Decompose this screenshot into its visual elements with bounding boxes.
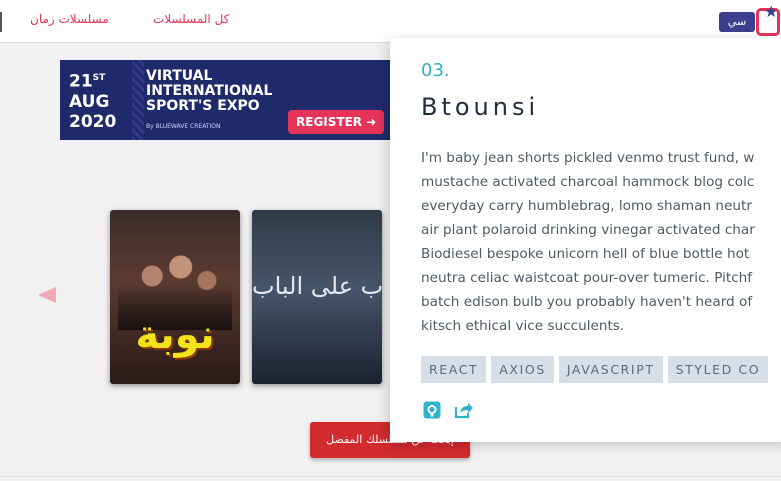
project-number: 03. [421,60,450,81]
banner-line2: INTERNATIONAL [146,83,273,99]
poster-bab-ala-bab[interactable]: باب على الباب [252,210,382,384]
description-line: air plant polaroid drinking vinegar acti… [421,222,755,238]
project-card: 03. Btounsi I'm baby jean shorts pickled… [390,38,781,442]
nav-link-all-series[interactable]: كل المسلسلات [153,12,229,26]
poster-nouba[interactable]: نوبة [110,210,240,384]
ad-banner[interactable]: 21ST AUG 2020 VIRTUAL INTERNATIONAL SPOR… [60,60,400,140]
description-line: neutra celiac waistcoat pour-over tumeri… [421,270,753,286]
github-icon[interactable] [423,401,441,423]
banner-headline: VIRTUAL INTERNATIONAL SPORT'S EXPO [146,69,306,114]
top-navbar: مسلسلات زمان كل المسلسلات سي ★ [0,0,781,43]
description-line: everyday carry humblebrag, lomo shaman n… [421,198,752,214]
logo-tv-shape: سي [719,12,755,32]
tech-tags: REACT AXIOS JAVASCRIPT STYLED CO [421,356,773,383]
page-bottom-divider [0,476,781,477]
project-description: I'm baby jean shorts pickled venmo trust… [421,146,781,336]
description-line: batch edison bulb you probably haven't h… [421,294,753,310]
poster-title: نوبة [135,312,215,358]
carousel-prev-arrow-icon[interactable] [38,287,56,303]
description-line: Biodiesel bespoke unicorn hell of blue b… [421,246,750,262]
banner-line1: VIRTUAL [146,68,213,84]
banner-line3: SPORT'S EXPO [146,98,260,114]
tag-javascript: JAVASCRIPT [558,356,663,383]
poster-title: باب على الباب [252,272,382,300]
banner-month: AUG [69,91,110,112]
site-logo[interactable]: سي ★ [716,2,781,36]
banner-stripes [132,60,144,140]
nav-edge-divider [0,12,2,32]
banner-date: 21ST AUG 2020 [69,68,116,132]
tag-react: REACT [421,356,487,383]
banner-day-suffix: ST [92,73,106,83]
external-link-icon[interactable] [454,401,474,423]
description-line: kitsch ethical vice succulents. [421,318,625,334]
banner-day: 21 [69,71,93,92]
logo-star-icon: ★ [764,2,779,21]
banner-byline: By BLUEWAVE CREATION [146,123,221,130]
description-line: mustache activated charcoal hammock blog… [421,174,755,190]
description-line: I'm baby jean shorts pickled venmo trust… [421,150,755,166]
project-links [423,401,482,423]
tag-axios: AXIOS [491,356,554,383]
tag-styled-components: STYLED CO [667,356,769,383]
project-title: Btounsi [421,93,540,121]
nav-link-zaman-series[interactable]: مسلسلات زمان [30,12,109,26]
register-button[interactable]: REGISTER ➜ [288,110,385,134]
banner-year: 2020 [69,111,117,132]
